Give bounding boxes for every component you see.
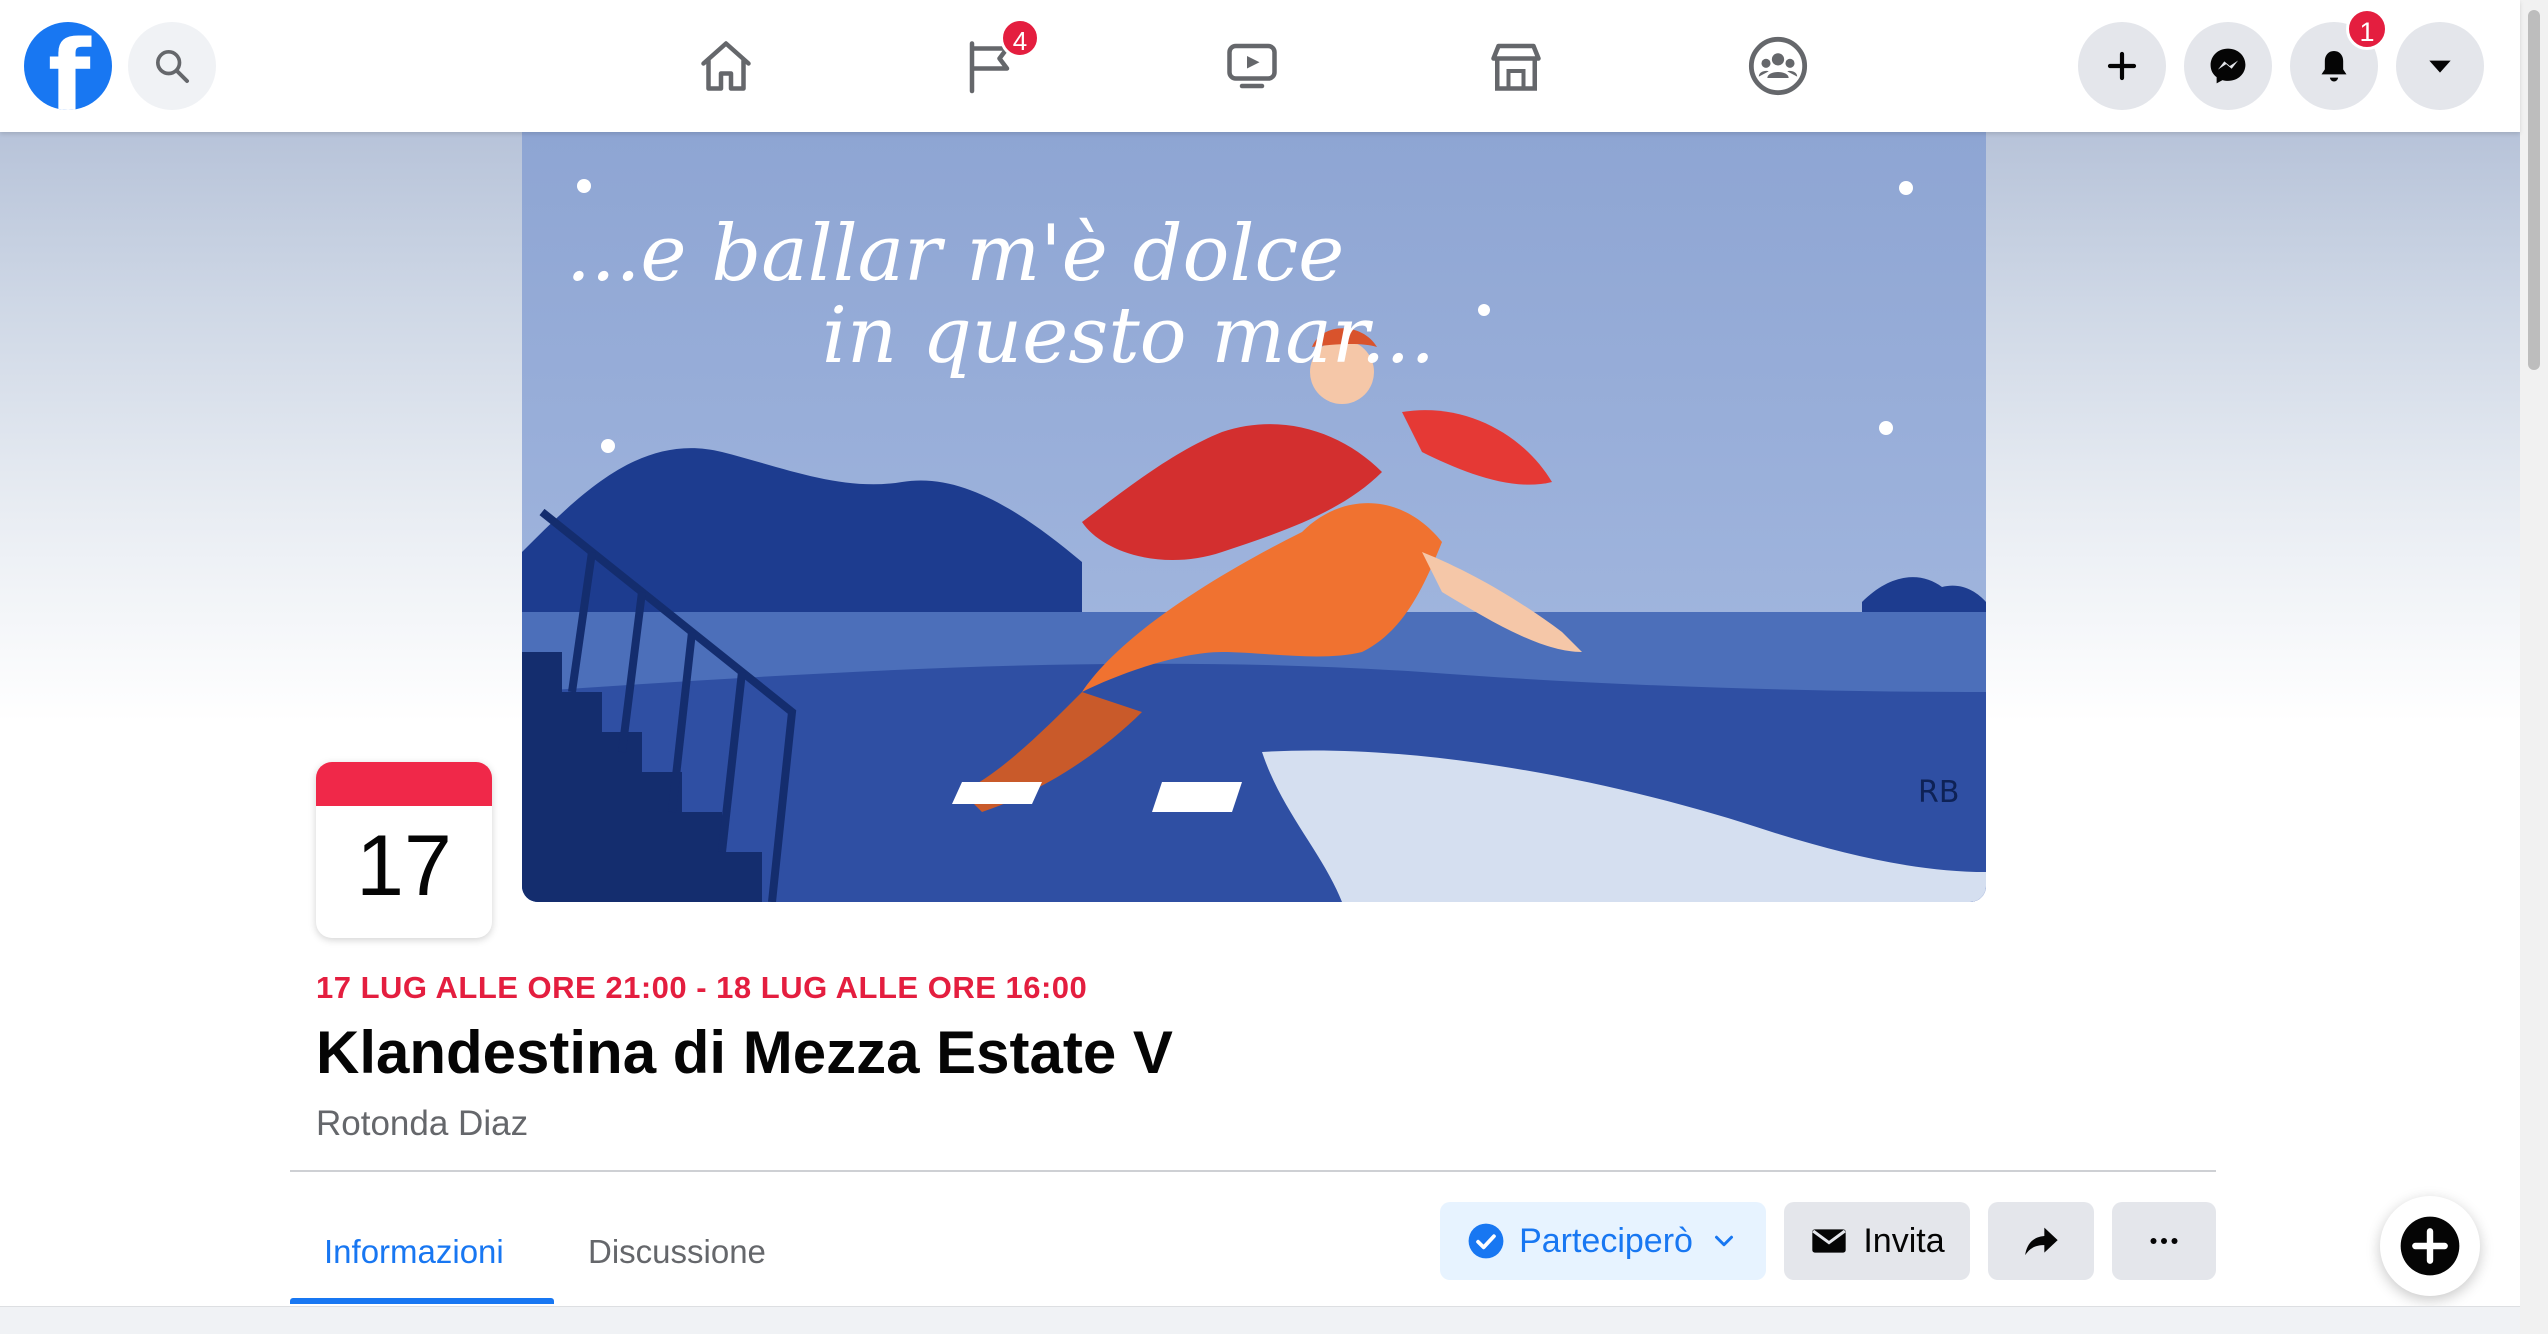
nav-home[interactable] [666, 20, 786, 112]
groups-icon [1748, 36, 1808, 96]
tab-informazioni[interactable]: Informazioni [324, 1200, 504, 1304]
tab-discussione[interactable]: Discussione [588, 1200, 766, 1304]
scrollbar-thumb[interactable] [2528, 10, 2540, 370]
nav-pages[interactable]: 4 [932, 18, 1052, 112]
nav-marketplace[interactable] [1456, 20, 1576, 112]
search-button[interactable] [128, 22, 216, 110]
check-circle-icon [1468, 1223, 1504, 1259]
event-datetime: 17 LUG ALLE ORE 21:00 - 18 LUG ALLE ORE … [316, 970, 1088, 1005]
messenger-button[interactable] [2184, 22, 2272, 110]
chevron-down-icon [1714, 1235, 1733, 1247]
notifications-button[interactable]: 1 [2290, 8, 2388, 110]
account-menu-button[interactable] [2396, 22, 2484, 110]
facebook-logo-icon[interactable]: f [24, 22, 112, 110]
content-area-start [0, 1306, 2520, 1334]
more-dots-icon [2150, 1238, 2178, 1244]
new-message-button[interactable] [2380, 1196, 2480, 1296]
cover-text-line1: ...e ballar m'è dolce [566, 209, 1344, 299]
home-icon [701, 41, 751, 91]
cover-text-line2: in questo mar... [822, 291, 1435, 381]
active-tab-indicator [290, 1298, 554, 1304]
plus-icon [2107, 51, 2137, 81]
top-navigation-bar: f 4 1 [0, 0, 2520, 132]
pages-notification-badge: 4 [1000, 18, 1040, 58]
date-badge-header [316, 762, 492, 806]
event-date-day: 17 [356, 818, 452, 914]
caret-down-icon [2429, 60, 2451, 73]
notifications-badge: 1 [2346, 8, 2388, 50]
create-button[interactable] [2078, 22, 2166, 110]
bell-icon [2321, 51, 2347, 82]
search-icon [156, 50, 189, 83]
messenger-icon [2210, 48, 2246, 84]
nav-watch[interactable] [1192, 20, 1312, 112]
envelope-icon [1812, 1229, 1847, 1253]
artist-signature: RB [1918, 775, 1959, 810]
event-location[interactable]: Rotonda Diaz [316, 1104, 528, 1144]
video-play-icon [1227, 43, 1277, 89]
going-button-label: Parteciperò [1519, 1221, 1693, 1260]
invite-button-label: Invita [1863, 1221, 1945, 1260]
going-button[interactable]: Parteciperò [1440, 1202, 1766, 1280]
share-button[interactable] [1988, 1202, 2094, 1280]
more-options-button[interactable] [2112, 1202, 2216, 1280]
header-divider [290, 1170, 2216, 1172]
compose-plus-icon [2400, 1216, 2460, 1276]
nav-groups[interactable] [1718, 20, 1838, 112]
event-cover-photo[interactable]: ...e ballar m'è dolce in questo mar... R… [522, 132, 1986, 902]
share-arrow-icon [2025, 1227, 2058, 1256]
event-title: Klandestina di Mezza Estate V [316, 1019, 1173, 1086]
invite-button[interactable]: Invita [1784, 1202, 1970, 1280]
event-date-badge: 17 [316, 762, 492, 938]
marketplace-store-icon [1491, 43, 1541, 91]
page-scrollbar[interactable] [2520, 0, 2548, 1334]
